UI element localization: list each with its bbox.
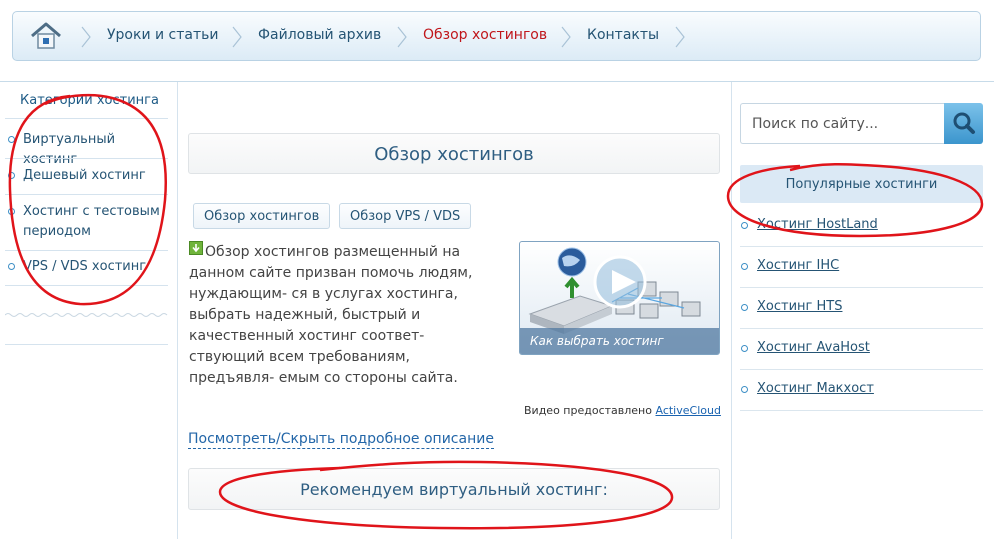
popular-item-label: Хостинг HostLand: [757, 217, 878, 232]
download-arrow-icon: [189, 241, 203, 255]
popular-item-label: Хостинг HTS: [757, 299, 843, 314]
tab-hosting-review[interactable]: Обзор хостингов: [193, 203, 331, 229]
video-caption: Как выбрать хостинг: [520, 328, 719, 354]
sidebar-item-label: Дешевый хостинг: [23, 168, 146, 183]
bullet-icon: [741, 386, 748, 393]
toggle-description-link[interactable]: Посмотреть/Скрыть подробное описание: [188, 430, 494, 449]
nav-item-lessons[interactable]: Уроки и статьи: [107, 27, 218, 43]
nav-item-contacts[interactable]: Контакты: [587, 27, 659, 43]
search-input[interactable]: [740, 103, 945, 144]
left-sidebar-heading: Категории хостинга: [20, 93, 159, 108]
nav-item-hosting-review[interactable]: Обзор хостингов: [423, 27, 547, 43]
recommend-title: Рекомендуем виртуальный хостинг:: [300, 480, 608, 499]
page-title-box: Обзор хостингов: [188, 133, 720, 174]
sidebar-item-label: Виртуальный хостинг: [23, 132, 116, 167]
popular-item-label: Хостинг Макхост: [757, 381, 874, 396]
site-search: [740, 103, 983, 144]
description-text: Обзор хостингов размещенный на данном са…: [189, 244, 473, 386]
bullet-icon: [741, 345, 748, 352]
bullet-icon: [741, 263, 748, 270]
main-content: Обзор хостингов Обзор хостингов Обзор VP…: [179, 82, 732, 539]
divider: [5, 194, 168, 195]
recommend-box: Рекомендуем виртуальный хостинг:: [188, 468, 720, 510]
tab-vps-review[interactable]: Обзор VPS / VDS: [339, 203, 472, 229]
search-icon: [953, 112, 975, 134]
divider: [5, 250, 168, 251]
bullet-icon: [8, 172, 15, 179]
home-icon[interactable]: [29, 21, 63, 51]
divider: [740, 369, 983, 370]
divider: [740, 246, 983, 247]
video-credit-text: Видео предоставлено: [524, 404, 652, 417]
bullet-icon: [8, 263, 15, 270]
divider: [740, 328, 983, 329]
search-button[interactable]: [944, 103, 983, 144]
popular-hosting-heading-box: Популярные хостинги: [740, 165, 983, 203]
bullet-icon: [741, 304, 748, 311]
video-credit: Видео предоставлено ActiveCloud: [524, 404, 721, 417]
left-sidebar: Категории хостинга Виртуальный хостинг Д…: [0, 82, 178, 539]
popular-hosting-heading: Популярные хостинги: [785, 177, 938, 192]
sidebar-item-trial-hosting[interactable]: Хостинг с тестовым периодом: [5, 202, 168, 242]
bullet-icon: [8, 136, 15, 143]
page-title: Обзор хостингов: [374, 144, 534, 165]
activecloud-link[interactable]: ActiveCloud: [655, 404, 720, 417]
popular-item-label: Хостинг AvaHost: [757, 340, 870, 355]
bullet-icon: [8, 208, 15, 215]
divider: [5, 344, 168, 345]
video-thumbnail[interactable]: Как выбрать хостинг: [519, 241, 720, 355]
bullet-icon: [741, 222, 748, 229]
sidebar-item-label: VPS / VDS хостинг: [23, 259, 147, 274]
popular-item-label: Хостинг IHC: [757, 258, 840, 273]
divider: [740, 410, 983, 411]
divider: [5, 158, 168, 159]
nav-item-file-archive[interactable]: Файловый архив: [258, 27, 381, 43]
wavy-divider: [5, 313, 168, 317]
divider: [5, 285, 168, 286]
top-navigation: Уроки и статьи Файловый архив Обзор хост…: [12, 11, 981, 61]
divider: [740, 287, 983, 288]
description: Обзор хостингов размещенный на данном са…: [189, 241, 499, 389]
divider: [5, 118, 168, 119]
sidebar-item-label: Хостинг с тестовым периодом: [23, 204, 160, 239]
